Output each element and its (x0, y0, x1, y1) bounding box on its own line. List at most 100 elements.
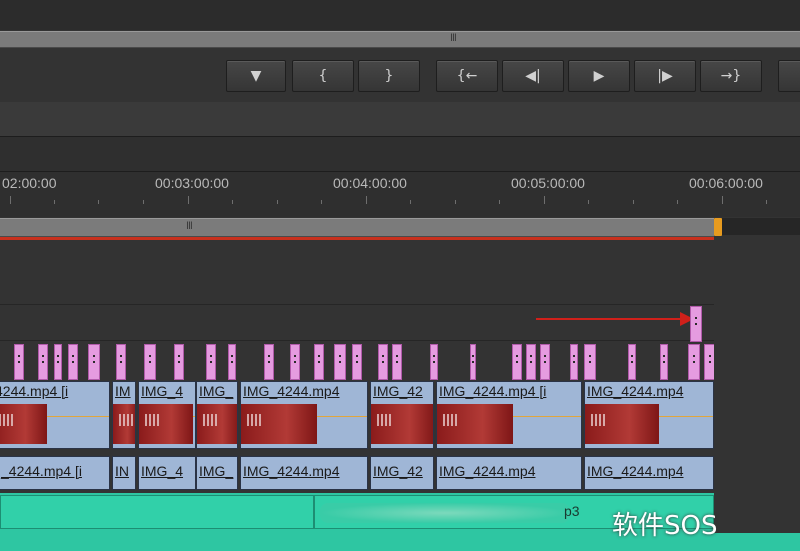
panel-header (0, 102, 800, 136)
go-to-out-button[interactable]: →} (700, 60, 762, 92)
clip-marker[interactable] (68, 344, 78, 380)
audio-clip[interactable]: IN (112, 456, 136, 490)
source-scrollbar[interactable]: Ⅲ (0, 31, 800, 48)
clip-marker[interactable] (14, 344, 24, 380)
marker-dot (178, 355, 180, 357)
marker-dot (631, 361, 633, 363)
ruler-tick (410, 200, 411, 204)
video-clip[interactable]: 4244.mp4 [i (0, 381, 110, 449)
add-marker-button[interactable]: ▼ (226, 60, 286, 92)
clip-marker[interactable] (660, 344, 668, 380)
work-area-bar[interactable]: Ⅲ (0, 218, 714, 237)
clip-marker[interactable] (540, 344, 550, 380)
clip-label: IMG_4244.mp4 (587, 463, 684, 479)
audio-clip[interactable]: IMG_4244.mp4 (584, 456, 714, 490)
marker-dot (693, 355, 695, 357)
ruler-tick (722, 196, 723, 204)
go-to-in-icon: {← (456, 68, 478, 84)
out-point-marker[interactable] (714, 218, 722, 236)
marker-dot (210, 355, 212, 357)
marker-dot (530, 361, 532, 363)
work-area-grip-icon: Ⅲ (186, 221, 193, 232)
audio-clip[interactable]: _4244.mp4 [i (0, 456, 110, 490)
timecode-label: 00:03:00:00 (155, 175, 229, 191)
clip-label: IMG_ (199, 383, 234, 399)
mark-in-icon: { (318, 68, 328, 84)
go-to-in-button[interactable]: {← (436, 60, 498, 92)
go-to-out-icon: →} (720, 68, 742, 84)
clip-label: IMG_4244.mp4 [i (439, 383, 547, 399)
ruler-tick (98, 200, 99, 204)
video-clip[interactable]: IMG_4244.mp4 [i (436, 381, 582, 449)
video-clip[interactable]: IM (112, 381, 136, 449)
clip-marker[interactable] (526, 344, 536, 380)
ruler-tick (188, 196, 189, 204)
clip-thumbnail (197, 404, 237, 444)
ruler-tick (277, 200, 278, 204)
clip-marker[interactable] (206, 344, 216, 380)
marker-dot (318, 355, 320, 357)
video-clip[interactable]: IMG_42 (370, 381, 434, 449)
marker-dot (709, 355, 711, 357)
clip-marker[interactable] (174, 344, 184, 380)
marker-dot (72, 361, 74, 363)
step-back-button[interactable]: ◀| (502, 60, 564, 92)
clip-marker[interactable] (54, 344, 62, 380)
more-button[interactable] (778, 60, 800, 92)
clip-marker[interactable] (570, 344, 578, 380)
clip-marker[interactable] (144, 344, 156, 380)
audio-clip[interactable]: IMG_ (196, 456, 238, 490)
video-clip[interactable]: IMG_4244.mp4 (584, 381, 714, 449)
audio-clip[interactable]: IMG_4 (138, 456, 196, 490)
clip-marker[interactable] (512, 344, 522, 380)
clip-thumbnail (241, 404, 317, 444)
clip-label: IMG_4 (141, 383, 184, 399)
clip-marker[interactable] (116, 344, 126, 380)
audio-clip[interactable]: IMG_4244.mp4 (436, 456, 582, 490)
work-area-empty (722, 218, 800, 235)
clip-marker[interactable] (228, 344, 236, 380)
ruler-tick (633, 200, 634, 204)
clip-marker[interactable] (334, 344, 346, 380)
clip-thumbnail (371, 404, 433, 444)
video-clip[interactable]: IMG_ (196, 381, 238, 449)
clip-marker[interactable] (378, 344, 388, 380)
clip-marker[interactable] (688, 344, 700, 380)
marker-dot (120, 361, 122, 363)
time-ruler[interactable]: 02:00:00 00:03:00:00 00:04:00:00 00:05:0… (0, 136, 800, 217)
video-clip[interactable]: IMG_4 (138, 381, 196, 449)
clip-marker[interactable] (38, 344, 48, 380)
clip-marker[interactable] (430, 344, 438, 380)
mark-out-button[interactable]: } (358, 60, 420, 92)
marker-dot (472, 355, 474, 357)
marker-dot (631, 355, 633, 357)
clip-marker[interactable] (584, 344, 596, 380)
audio-clip[interactable]: IMG_4244.mp4 (240, 456, 368, 490)
music-clip-label: p3 (564, 503, 580, 519)
clip-thumbnail (585, 404, 659, 444)
clip-thumbnail (0, 404, 47, 444)
clip-marker[interactable] (628, 344, 636, 380)
clip-marker[interactable] (290, 344, 300, 380)
sequence-marker[interactable] (690, 306, 702, 342)
marker-dot (544, 355, 546, 357)
clip-marker[interactable] (88, 344, 100, 380)
step-forward-button[interactable]: |▶ (634, 60, 696, 92)
audio-clip[interactable]: IMG_42 (370, 456, 434, 490)
mark-in-button[interactable]: { (292, 60, 354, 92)
timecode-label: 00:05:00:00 (511, 175, 585, 191)
clip-marker[interactable] (314, 344, 324, 380)
play-button[interactable]: ▶ (568, 60, 630, 92)
marker-dot (695, 323, 697, 325)
marker-dot (149, 361, 151, 363)
clip-marker[interactable] (352, 344, 362, 380)
clip-label: IMG_4244.mp4 (587, 383, 684, 399)
clip-label: IMG_4 (141, 463, 184, 479)
video-clip[interactable]: IMG_4244.mp4 (240, 381, 368, 449)
clip-marker[interactable] (392, 344, 402, 380)
music-clip[interactable] (0, 495, 314, 529)
clip-marker[interactable] (470, 344, 476, 380)
clip-marker[interactable] (264, 344, 274, 380)
marker-dot (516, 361, 518, 363)
clip-label: IMG_4244.mp4 (243, 383, 340, 399)
